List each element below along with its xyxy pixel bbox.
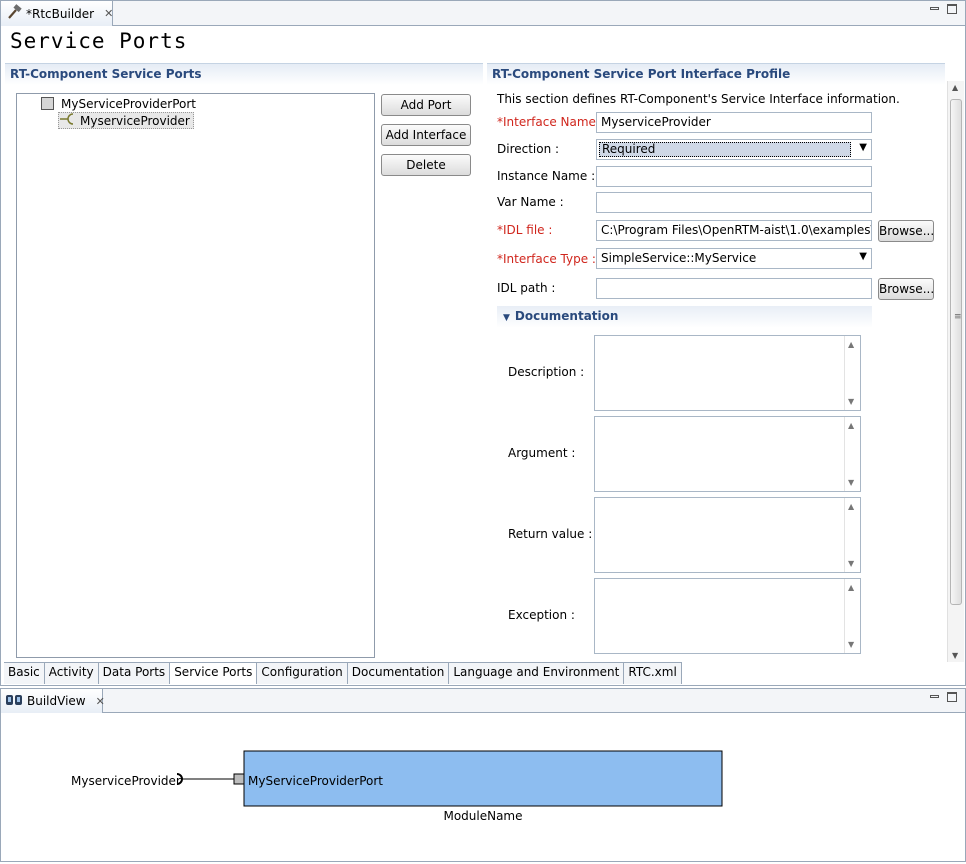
buildview-icon <box>5 693 23 710</box>
exception-scrollbar[interactable]: ▲ ▼ <box>844 579 860 653</box>
port-icon <box>41 97 54 110</box>
service-ports-section-header: RT-Component Service Ports <box>5 63 483 85</box>
documentation-section-header[interactable]: ▼ Documentation <box>497 306 872 328</box>
buildview-tab-label: BuildView <box>27 694 86 708</box>
idl-file-field[interactable]: C:\Program Files\OpenRTM-aist\1.0\exampl… <box>596 220 872 241</box>
interface-type-select[interactable]: SimpleService::MyService ▼ <box>596 248 872 269</box>
component-diagram: MyserviceProvider MyServiceProviderPort … <box>1 714 965 861</box>
maximize-icon[interactable] <box>945 3 959 17</box>
section-description: This section defines RT-Component's Serv… <box>497 92 900 106</box>
editor-tab-bar: *RtcBuilder ✕ <box>1 1 965 26</box>
port-diagram-label: MyServiceProviderPort <box>248 774 383 788</box>
scroll-down-icon[interactable]: ▼ <box>952 651 958 660</box>
idl-file-browse-button[interactable]: Browse... <box>878 220 934 242</box>
editor-tab-rtcbuilder[interactable]: *RtcBuilder ✕ <box>1 1 113 26</box>
idl-path-field[interactable] <box>596 278 872 299</box>
scrollbar-thumb[interactable]: ≡ <box>950 99 962 605</box>
component-name-label: ModuleName <box>443 809 522 823</box>
interface-type-value: SimpleService::MyService <box>601 251 757 265</box>
hammer-icon <box>6 4 22 23</box>
var-name-field[interactable] <box>596 192 872 213</box>
editor-page-tabs: Basic Activity Data Ports Service Ports … <box>4 662 682 684</box>
tree-item-interface[interactable]: MyserviceProvider <box>58 112 194 129</box>
description-textarea[interactable]: ▲ ▼ <box>594 335 861 411</box>
add-port-button[interactable]: Add Port <box>381 94 471 116</box>
minimize-icon[interactable] <box>927 691 941 705</box>
tab-service-ports[interactable]: Service Ports <box>170 663 258 684</box>
exception-textarea[interactable]: ▲ ▼ <box>594 578 861 654</box>
exception-label: Exception : <box>508 608 575 622</box>
maximize-icon[interactable] <box>945 691 959 705</box>
return-value-label: Return value : <box>508 527 593 541</box>
buildview-tab-bar: BuildView ✕ <box>1 689 965 713</box>
idl-file-label: *IDL file : <box>497 223 553 237</box>
interface-icon <box>59 113 77 128</box>
rtcbuilder-editor: *RtcBuilder ✕ Service Ports RT-Component… <box>0 0 966 686</box>
return-value-scrollbar[interactable]: ▲ ▼ <box>844 498 860 572</box>
idl-path-browse-button[interactable]: Browse... <box>878 278 934 300</box>
tab-activity[interactable]: Activity <box>44 663 99 684</box>
add-interface-button[interactable]: Add Interface <box>381 124 471 146</box>
tree-item-port[interactable]: MyServiceProviderPort <box>41 95 196 112</box>
minimize-icon[interactable] <box>927 3 941 17</box>
tab-configuration[interactable]: Configuration <box>257 663 348 684</box>
direction-value: Required <box>599 142 851 157</box>
page-title: Service Ports <box>10 29 188 53</box>
instance-name-label: Instance Name : <box>497 169 596 183</box>
chevron-down-icon[interactable]: ▼ <box>859 251 867 262</box>
return-value-textarea[interactable]: ▲ ▼ <box>594 497 861 573</box>
interface-profile-section-header: RT-Component Service Port Interface Prof… <box>487 63 945 85</box>
tab-basic[interactable]: Basic <box>4 663 45 684</box>
argument-label: Argument : <box>508 446 576 460</box>
chevron-down-icon[interactable]: ▼ <box>859 142 867 153</box>
scroll-up-icon[interactable]: ▲ <box>952 83 958 92</box>
buildview-tab[interactable]: BuildView ✕ <box>1 689 105 713</box>
tab-rtc-xml[interactable]: RTC.xml <box>624 663 682 684</box>
service-port-icon[interactable] <box>233 773 245 785</box>
var-name-label: Var Name : <box>497 195 564 209</box>
description-label: Description : <box>508 365 585 379</box>
documentation-title: Documentation <box>514 309 619 323</box>
editor-vertical-scrollbar[interactable]: ▲ ≡ ▼ <box>947 81 964 662</box>
direction-label: Direction : <box>497 142 560 156</box>
interface-name-field[interactable]: MyserviceProvider <box>596 112 872 133</box>
interface-diagram-label: MyserviceProvider <box>71 774 181 788</box>
close-icon[interactable]: ✕ <box>104 7 113 20</box>
interface-name-label: *Interface Name : <box>497 115 604 129</box>
argument-scrollbar[interactable]: ▲ ▼ <box>844 417 860 491</box>
port-label: MyServiceProviderPort <box>61 96 196 111</box>
idl-path-label: IDL path : <box>497 281 556 295</box>
service-port-tree[interactable]: MyServiceProviderPort MyserviceProvider <box>16 93 375 658</box>
editor-tab-label: *RtcBuilder <box>26 6 95 21</box>
delete-button[interactable]: Delete <box>381 154 471 176</box>
tab-documentation[interactable]: Documentation <box>347 663 450 684</box>
interface-type-label: *Interface Type : <box>497 252 596 266</box>
argument-textarea[interactable]: ▲ ▼ <box>594 416 861 492</box>
tab-data-ports[interactable]: Data Ports <box>98 663 171 684</box>
close-icon[interactable]: ✕ <box>96 695 105 708</box>
tab-language-and-environment[interactable]: Language and Environment <box>449 663 625 684</box>
description-scrollbar[interactable]: ▲ ▼ <box>844 336 860 410</box>
buildview-panel: BuildView ✕ MyserviceProvider MyServiceP… <box>0 688 966 862</box>
interface-label: MyserviceProvider <box>80 113 190 128</box>
instance-name-field[interactable] <box>596 166 872 187</box>
collapse-triangle-icon: ▼ <box>503 313 510 323</box>
direction-select[interactable]: Required ▼ <box>596 139 872 160</box>
